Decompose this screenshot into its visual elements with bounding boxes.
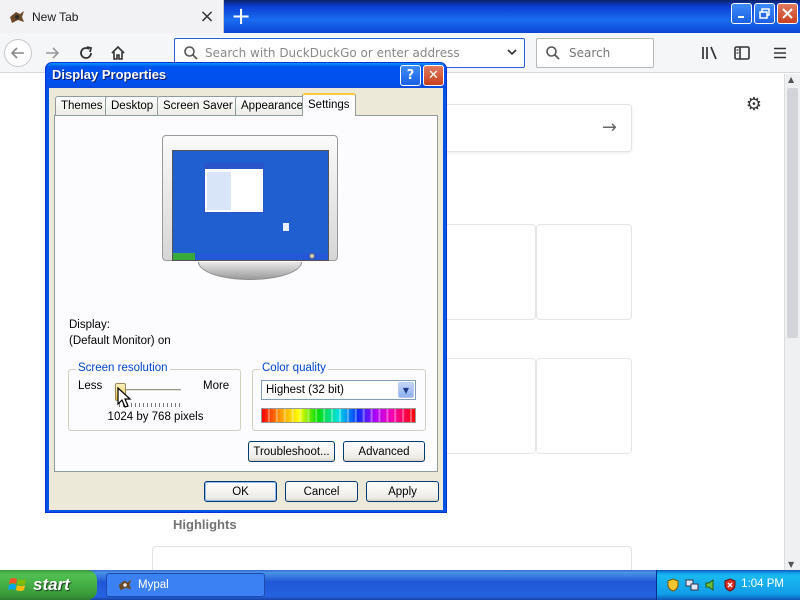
arrow-right-icon[interactable]: → (602, 117, 617, 138)
system-tray: 1:04 PM (656, 570, 800, 600)
library-icon[interactable] (698, 41, 722, 65)
help-button[interactable]: ? (400, 65, 421, 86)
resolution-more-label: More (203, 380, 230, 392)
forward-arrow-icon (46, 47, 60, 59)
display-label: Display: (69, 319, 110, 331)
tab-desktop[interactable]: Desktop (105, 96, 160, 115)
tab-settings[interactable]: Settings (302, 93, 356, 116)
close-button[interactable]: ✕ (423, 65, 444, 86)
mypal-icon (8, 8, 26, 26)
preview-start-button (173, 253, 195, 260)
color-quality-title: Color quality (260, 362, 328, 374)
top-site-tile[interactable] (440, 358, 536, 454)
taskbar: start Mypal 1:04 PM (0, 570, 800, 600)
browser-titlebar: New Tab × + (0, 0, 800, 33)
dialog-title: Display Properties (52, 67, 167, 82)
clock: 1:04 PM (741, 578, 784, 590)
search-icon (184, 46, 198, 60)
taskbar-item-mypal[interactable]: Mypal (106, 573, 265, 597)
hamburger-menu-icon[interactable] (768, 41, 792, 65)
back-button[interactable] (4, 39, 32, 67)
highlights-heading: Highlights (173, 517, 237, 532)
back-arrow-icon (10, 47, 24, 59)
settings-panel: Display: (Default Monitor) on Screen res… (54, 115, 438, 472)
reload-icon (80, 46, 93, 59)
top-site-tile[interactable] (536, 224, 632, 320)
sidebar-icon[interactable] (730, 41, 754, 65)
start-label: start (33, 575, 70, 594)
scroll-thumb[interactable] (787, 88, 798, 338)
tab-new-tab[interactable]: New Tab × (0, 0, 224, 33)
home-icon (111, 45, 125, 60)
gear-icon[interactable]: ⚙ (743, 94, 765, 116)
chevron-down-icon[interactable] (500, 46, 524, 61)
display-value: (Default Monitor) on (69, 335, 171, 347)
chevron-down-icon[interactable]: ▼ (398, 382, 414, 398)
ok-button[interactable]: OK (204, 481, 277, 502)
volume-icon[interactable] (703, 577, 719, 593)
power-led (309, 253, 315, 259)
security-shield-icon[interactable] (665, 577, 681, 593)
new-tab-button[interactable]: + (228, 4, 254, 30)
advanced-button[interactable]: Advanced (343, 441, 425, 462)
tab-appearance[interactable]: Appearance (235, 96, 310, 115)
windows-logo-icon (8, 578, 26, 591)
search-placeholder: Search (569, 46, 611, 60)
tab-close-icon[interactable]: × (197, 6, 217, 27)
network-icon[interactable] (684, 577, 700, 593)
tab-label: New Tab (32, 9, 79, 24)
resolution-value: 1024 by 768 pixels (107, 411, 204, 423)
minimize-button[interactable] (731, 3, 752, 24)
mypal-icon (117, 577, 133, 593)
mouse-cursor-icon (117, 387, 132, 408)
preview-window (204, 163, 264, 213)
color-quality-group: Color quality Highest (32 bit) ▼ (252, 362, 426, 431)
apply-button[interactable]: Apply (366, 481, 439, 502)
preview-desktop-icon (283, 223, 289, 231)
monitor-stand (198, 262, 302, 280)
close-button[interactable] (777, 3, 798, 24)
resolution-less-label: Less (78, 380, 103, 392)
dialog-titlebar[interactable]: Display Properties ? ✕ (46, 63, 446, 88)
dialog-body: Themes Desktop Screen Saver Appearance S… (49, 88, 443, 510)
color-quality-value: Highest (32 bit) (266, 384, 344, 396)
tab-screen-saver[interactable]: Screen Saver (157, 96, 239, 115)
tab-themes[interactable]: Themes (55, 96, 109, 115)
search-icon (546, 46, 560, 60)
page-search-box[interactable]: → (440, 104, 632, 152)
restore-button[interactable] (754, 3, 775, 24)
screen-resolution-title: Screen resolution (76, 362, 170, 374)
screen-resolution-group: Screen resolution Less More 1024 by 768 … (68, 362, 241, 431)
monitor-preview (162, 135, 338, 283)
color-quality-select[interactable]: Highest (32 bit) ▼ (261, 380, 416, 400)
search-bar[interactable]: Search (536, 38, 654, 68)
color-spectrum-bar (261, 408, 416, 423)
cancel-button[interactable]: Cancel (285, 481, 358, 502)
url-placeholder: Search with DuckDuckGo or enter address (205, 46, 460, 60)
security-alert-icon[interactable] (722, 577, 738, 593)
troubleshoot-button[interactable]: Troubleshoot... (248, 441, 335, 462)
scrollbar[interactable]: ▲ ▼ (784, 74, 800, 570)
desktop-preview (172, 150, 329, 261)
top-site-tile[interactable] (536, 358, 632, 454)
monitor-bezel (162, 135, 338, 261)
top-site-tile[interactable] (440, 224, 536, 320)
start-button[interactable]: start (0, 570, 97, 600)
taskbar-item-label: Mypal (138, 579, 169, 591)
scroll-down-icon[interactable]: ▼ (788, 560, 794, 569)
preview-taskbar (173, 253, 328, 260)
display-properties-dialog: Display Properties ? ✕ Themes Desktop Sc… (45, 62, 447, 513)
scroll-up-icon[interactable]: ▲ (788, 75, 794, 84)
